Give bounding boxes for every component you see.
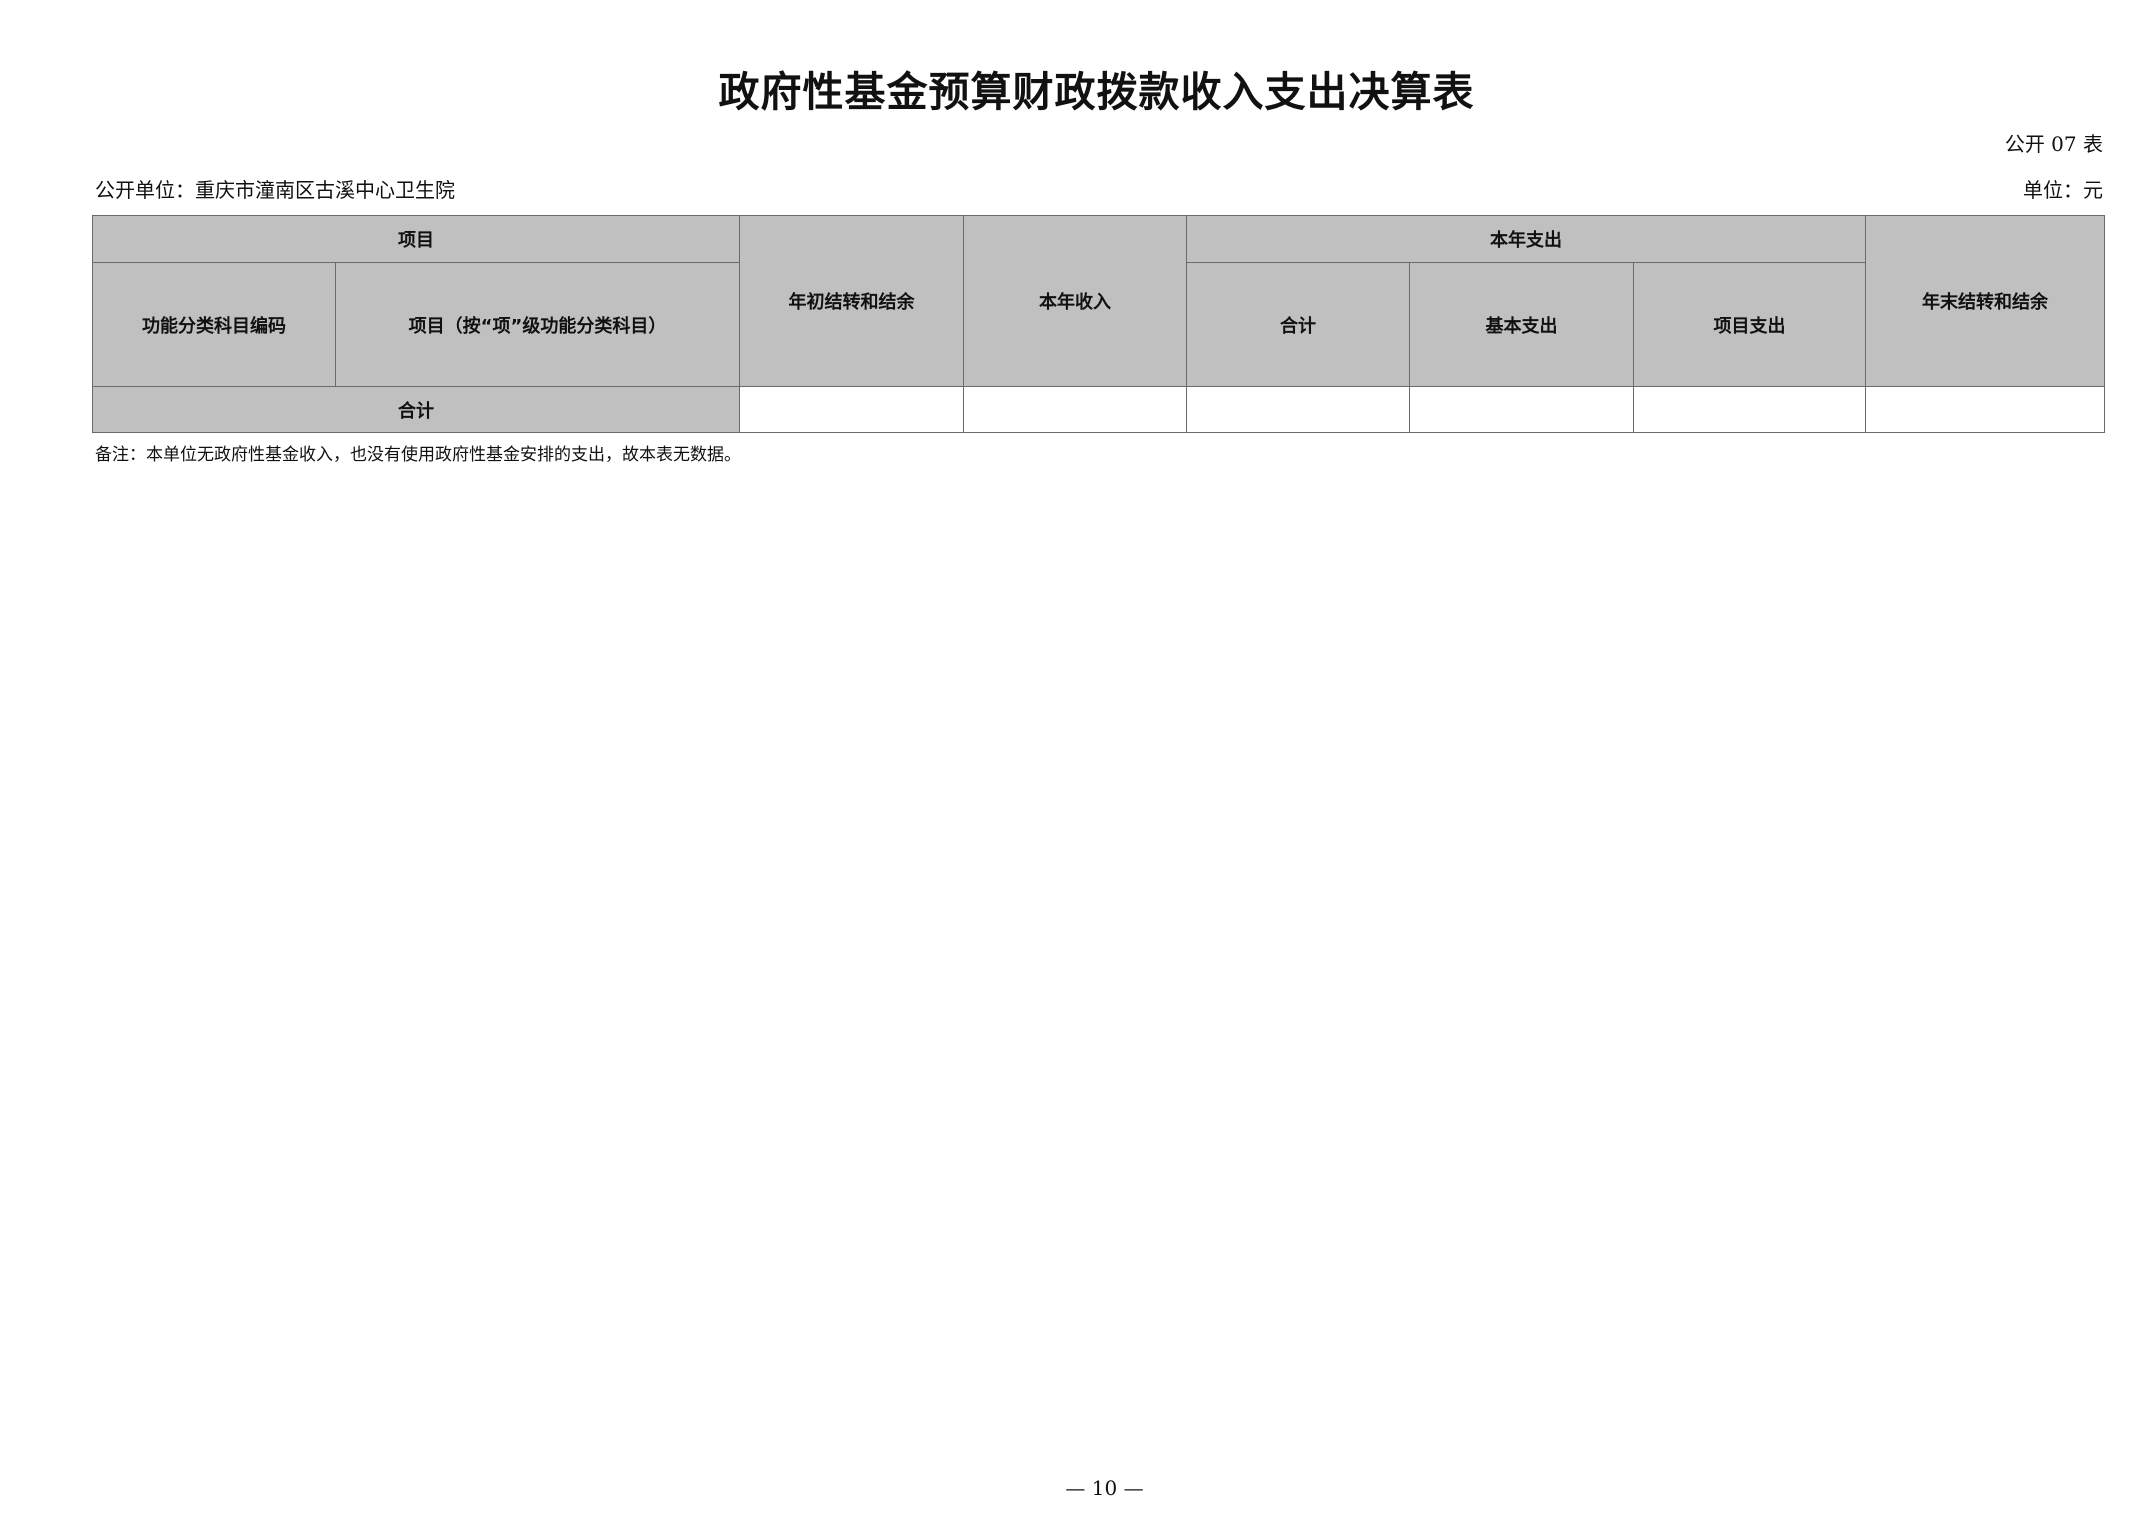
header-opening-balance: 年初结转和结余 xyxy=(739,215,964,387)
reporting-unit: 公开单位：重庆市潼南区古溪中心卫生院 xyxy=(95,174,455,203)
header-row-1: 项目 年初结转和结余 本年收入 本年支出 年末结转和结余 xyxy=(92,215,2106,387)
header-function-code: 功能分类科目编码 xyxy=(92,262,336,387)
total-basic-expense-cell xyxy=(1409,386,1634,433)
reporting-unit-label: 公开单位： xyxy=(95,178,195,202)
total-expense-total-cell xyxy=(1186,386,1410,433)
table-note: 备注：本单位无政府性基金收入，也没有使用政府性基金安排的支出，故本表无数据。 xyxy=(95,445,741,465)
fund-budget-table: 项目 年初结转和结余 本年收入 本年支出 年末结转和结余 功能分类科目编码 项目… xyxy=(92,215,2106,433)
header-closing-balance: 年末结转和结余 xyxy=(1865,215,2106,387)
total-row: 合计 xyxy=(92,386,2106,433)
reporting-unit-name: 重庆市潼南区古溪中心卫生院 xyxy=(195,178,455,202)
total-row-label: 合计 xyxy=(92,386,740,433)
header-expense-total: 合计 xyxy=(1186,262,1410,387)
currency-unit-label: 单位： xyxy=(2023,178,2083,202)
header-item-name: 项目（按“项”级功能分类科目） xyxy=(335,262,740,387)
header-current-expense-group: 本年支出 xyxy=(1185,215,1867,263)
page-number: — 10 — xyxy=(1065,1476,1144,1500)
total-opening-balance-cell xyxy=(739,386,964,433)
header-basic-expense: 基本支出 xyxy=(1409,262,1634,387)
currency-unit-value: 元 xyxy=(2083,178,2103,202)
header-current-income: 本年收入 xyxy=(963,215,1187,387)
header-item-group: 项目 xyxy=(92,215,740,263)
currency-unit: 单位：元 xyxy=(2023,174,2103,203)
header-project-expense: 项目支出 xyxy=(1632,262,1867,387)
total-project-expense-cell xyxy=(1632,386,1867,433)
total-current-income-cell xyxy=(963,386,1187,433)
meta-row: 公开单位：重庆市潼南区古溪中心卫生院 单位：元 xyxy=(95,174,2103,203)
page-title: 政府性基金预算财政拨款收入支出决算表 xyxy=(718,68,1475,116)
total-closing-balance-cell xyxy=(1865,386,2106,433)
form-code: 公开 07 表 xyxy=(2004,132,2103,156)
